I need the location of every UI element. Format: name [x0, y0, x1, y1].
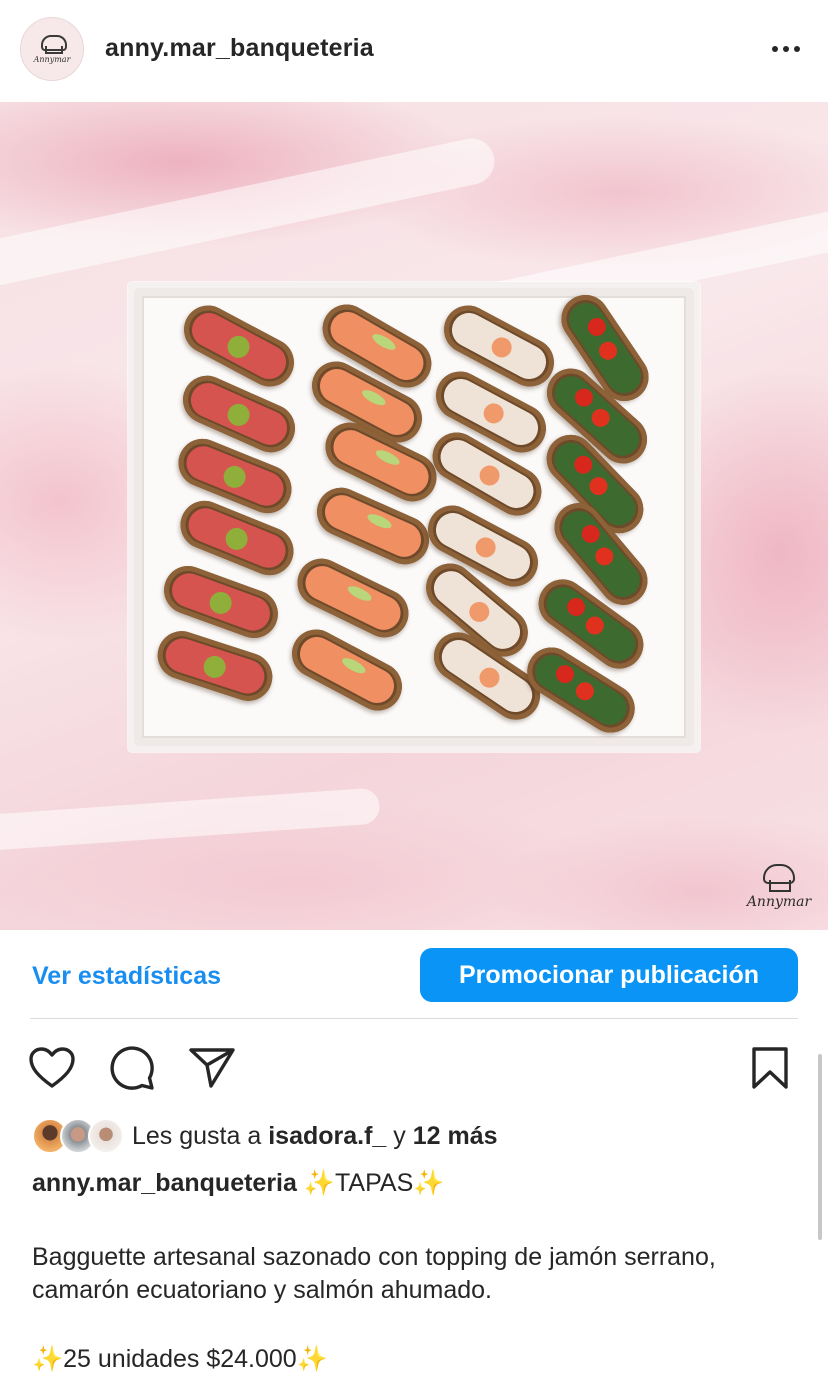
- likes-prefix: Les gusta a: [132, 1121, 262, 1150]
- share-icon[interactable]: [188, 1046, 236, 1090]
- liker-avatars: [32, 1118, 124, 1154]
- liker-username[interactable]: isadora.f_: [268, 1122, 386, 1151]
- sparkles-icon: ✨: [303, 1169, 335, 1197]
- likes-others-count[interactable]: 12 más: [413, 1122, 498, 1151]
- watermark-text: Annymar: [746, 894, 812, 910]
- promote-post-button[interactable]: Promocionar publicación: [420, 948, 798, 1002]
- avatar-logo-text: Annymar: [33, 54, 71, 64]
- sparkles-icon: ✨: [32, 1345, 64, 1373]
- sparkles-icon: ✨: [296, 1345, 328, 1373]
- username[interactable]: anny.mar_banqueteria: [105, 34, 374, 63]
- view-insights-link[interactable]: Ver estadísticas: [32, 962, 221, 991]
- comment-icon[interactable]: [109, 1045, 155, 1091]
- scrollbar[interactable]: [818, 1054, 822, 1240]
- avatar[interactable]: Annymar: [20, 17, 84, 81]
- insights-bar: Ver estadísticas Promocionar publicación: [0, 930, 828, 1020]
- likes-summary[interactable]: Les gusta a isadora.f_ y 12 más: [32, 1116, 498, 1156]
- avatar: [88, 1118, 124, 1154]
- price-text: 25 unidades $24.000: [63, 1345, 297, 1373]
- logo-watermark: Annymar: [736, 864, 822, 910]
- caption-title: TAPAS: [335, 1169, 414, 1197]
- post-image[interactable]: Annymar: [0, 102, 828, 930]
- caption-header: anny.mar_banqueteria ✨TAPAS✨: [32, 1169, 444, 1198]
- sparkles-icon: ✨: [413, 1169, 445, 1197]
- post-header: Annymar anny.mar_banqueteria: [0, 0, 828, 102]
- likes-joiner: y: [393, 1121, 406, 1150]
- heart-icon[interactable]: [28, 1046, 76, 1090]
- divider: [30, 1018, 798, 1019]
- caption-price: ✨25 unidades $24.000✨: [32, 1345, 328, 1374]
- chef-hat-icon: [39, 34, 67, 54]
- caption-author[interactable]: anny.mar_banqueteria: [32, 1169, 297, 1197]
- chef-hat-icon: [762, 864, 796, 894]
- more-icon[interactable]: [772, 46, 800, 52]
- bookmark-icon[interactable]: [750, 1046, 790, 1090]
- caption-body: Bagguette artesanal sazonado con topping…: [32, 1243, 716, 1304]
- food-tray: [128, 282, 700, 752]
